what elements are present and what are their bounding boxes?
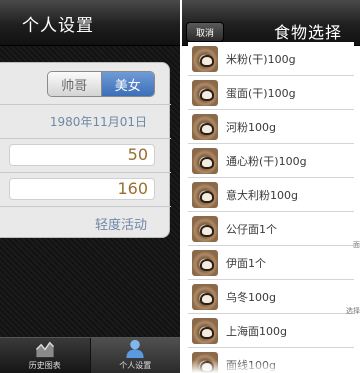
bowl-icon (192, 181, 218, 208)
tab-label-history: 历史图表 (28, 361, 61, 370)
birthdate-row[interactable]: 1980年11月01日 (0, 105, 171, 139)
activity-row[interactable]: 轻度活动 (0, 207, 171, 239)
bowl-icon (192, 317, 218, 344)
bowl-icon (192, 283, 218, 310)
food-item[interactable]: 河粉100g (188, 110, 354, 144)
food-item[interactable]: 通心粉(干)100g (188, 144, 354, 178)
food-item[interactable]: 乌冬100g (188, 280, 354, 314)
food-name: 上海面100g (226, 324, 287, 338)
food-name: 意大利粉100g (226, 188, 298, 202)
gender-option-male[interactable]: 帅哥 (48, 72, 102, 96)
section-index-hint: 面 (353, 241, 360, 249)
settings-form: 帅哥 美女 1980年11月01日 50 160 轻度活动 (0, 62, 171, 239)
tab-personal-settings[interactable]: 个人设置 (89, 338, 180, 373)
tab-label-settings: 个人设置 (119, 361, 152, 370)
food-name: 公仔面1个 (226, 222, 277, 236)
bowl-icon (192, 249, 218, 276)
bowl-icon (192, 79, 218, 106)
food-item[interactable]: 蛋面(干)100g (188, 76, 354, 110)
food-item[interactable]: 米粉(干)100g (188, 42, 354, 76)
activity-level-value[interactable]: 轻度活动 (95, 214, 147, 233)
cancel-button[interactable]: 取消 (186, 22, 224, 42)
chart-icon (35, 341, 54, 358)
gender-row: 帅哥 美女 (0, 63, 171, 105)
food-item[interactable]: 公仔面1个 (188, 212, 354, 246)
gender-segmented-control[interactable]: 帅哥 美女 (47, 71, 155, 97)
birthdate-value[interactable]: 1980年11月01日 (50, 113, 147, 130)
food-item[interactable]: 意大利粉100g (188, 178, 354, 212)
food-item[interactable]: 上海面100g (188, 314, 354, 348)
food-name: 伊面1个 (226, 256, 266, 270)
tab-bar: 历史图表 个人设置 (0, 337, 180, 373)
food-nav-bar: 取消 食物选择 (182, 0, 360, 46)
height-row: 50 (0, 139, 171, 173)
bowl-icon (192, 45, 218, 72)
food-name: 河粉100g (226, 120, 276, 134)
food-item[interactable]: 伊面1个 (188, 246, 354, 280)
list-fade (182, 360, 360, 373)
food-name: 通心粉(干)100g (226, 154, 307, 168)
settings-nav-bar: 个人设置 (0, 0, 180, 46)
weight-input[interactable]: 160 (9, 178, 155, 200)
bowl-icon (192, 113, 218, 140)
settings-title: 个人设置 (22, 16, 94, 36)
bowl-icon (192, 147, 218, 174)
food-name: 米粉(干)100g (226, 52, 296, 66)
height-input[interactable]: 50 (9, 144, 155, 166)
person-icon (126, 339, 144, 359)
food-name: 乌冬100g (226, 290, 276, 304)
food-select-title: 食物选择 (274, 23, 343, 42)
section-index-hint: 选择 (346, 307, 360, 315)
gender-option-female[interactable]: 美女 (101, 72, 154, 96)
food-name: 蛋面(干)100g (226, 86, 296, 100)
bowl-icon (192, 215, 218, 242)
personal-settings-panel: 个人设置 帅哥 美女 1980年11月01日 50 160 轻度活动 历史图表 (0, 0, 180, 373)
tab-history-chart[interactable]: 历史图表 (0, 338, 90, 373)
food-select-panel: 取消 食物选择 米粉(干)100g 蛋面(干)100g 河粉100g 通心粉(干… (182, 0, 360, 373)
weight-row: 160 (0, 173, 171, 207)
